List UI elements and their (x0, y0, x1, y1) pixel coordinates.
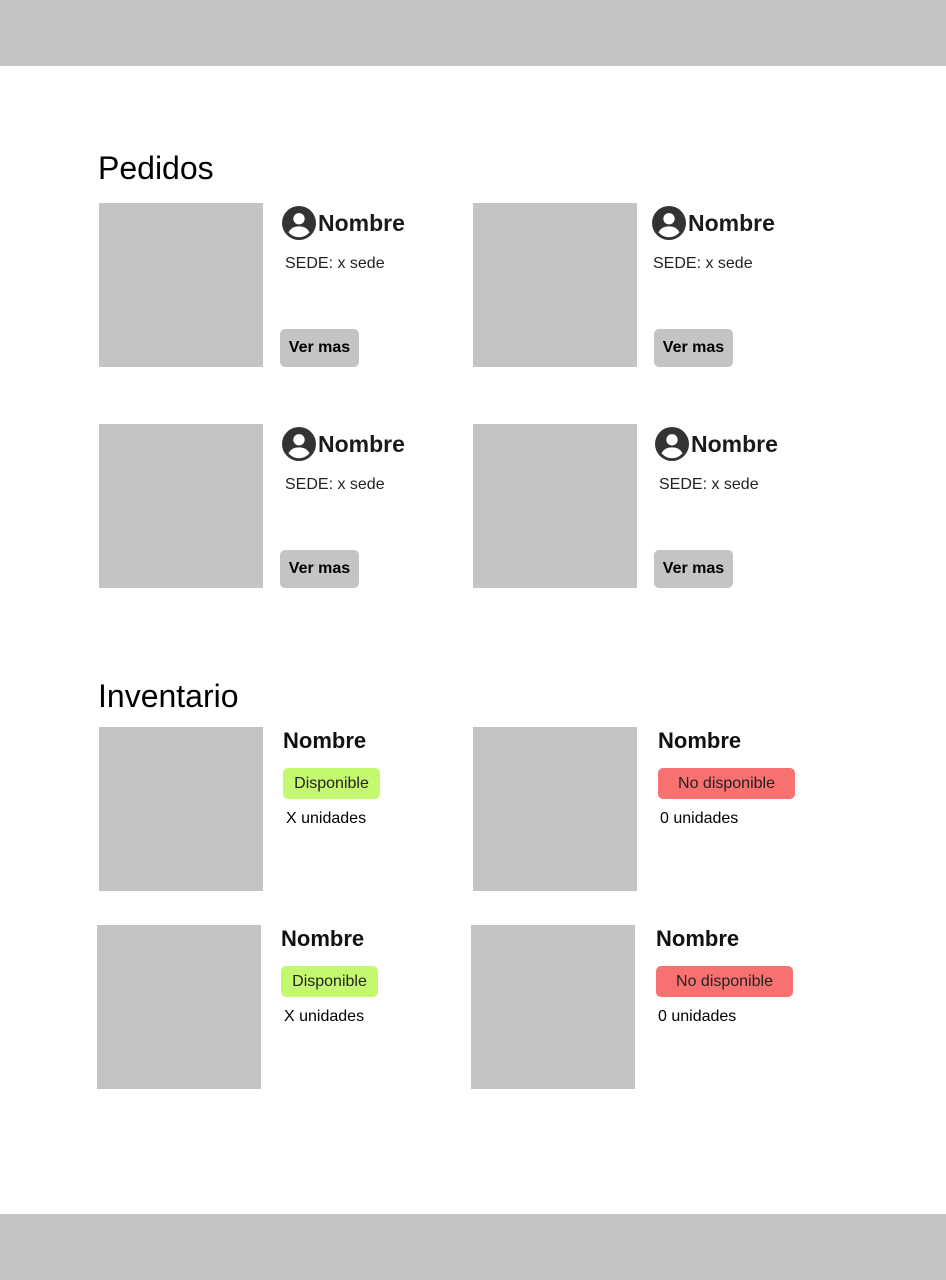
order-name-row: Nombre (652, 205, 775, 241)
status-badge-available: Disponible (281, 966, 378, 997)
product-units: 0 unidades (660, 810, 739, 827)
product-name: Nombre (283, 728, 367, 753)
product-name: Nombre (656, 926, 740, 951)
status-badge-available: Disponible (283, 768, 380, 799)
product-name: Nombre (658, 728, 742, 753)
product-image-placeholder (471, 925, 635, 1089)
inventario-title: Inventario (98, 678, 239, 714)
product-units: 0 unidades (658, 1008, 737, 1025)
order-name: Nombre (688, 209, 775, 236)
order-sede: SEDE: x sede (653, 255, 753, 272)
bottom-bar (0, 1214, 946, 1280)
product-name: Nombre (281, 926, 365, 951)
order-name: Nombre (691, 430, 778, 457)
order-sede: SEDE: x sede (659, 476, 759, 493)
product-units: X unidades (286, 810, 367, 827)
order-sede: SEDE: x sede (285, 255, 385, 272)
product-units: X unidades (284, 1008, 365, 1025)
order-image-placeholder (473, 424, 637, 588)
ver-mas-button[interactable]: Ver mas (654, 550, 733, 588)
status-badge-unavailable: No disponible (656, 966, 793, 997)
order-name: Nombre (318, 209, 405, 236)
product-image-placeholder (473, 727, 637, 891)
order-name: Nombre (318, 430, 405, 457)
status-badge-unavailable: No disponible (658, 768, 795, 799)
ver-mas-button[interactable]: Ver mas (654, 329, 733, 367)
order-name-row: Nombre (282, 426, 405, 462)
user-circle-icon (282, 206, 316, 240)
user-circle-icon (655, 427, 689, 461)
pedidos-title: Pedidos (98, 150, 214, 186)
user-circle-icon (652, 206, 686, 240)
order-name-row: Nombre (655, 426, 778, 462)
user-circle-icon (282, 427, 316, 461)
order-image-placeholder (99, 424, 263, 588)
order-image-placeholder (99, 203, 263, 367)
top-bar (0, 0, 946, 66)
order-name-row: Nombre (282, 205, 405, 241)
ver-mas-button[interactable]: Ver mas (280, 550, 359, 588)
product-image-placeholder (97, 925, 261, 1089)
order-image-placeholder (473, 203, 637, 367)
ver-mas-button[interactable]: Ver mas (280, 329, 359, 367)
product-image-placeholder (99, 727, 263, 891)
order-sede: SEDE: x sede (285, 476, 385, 493)
